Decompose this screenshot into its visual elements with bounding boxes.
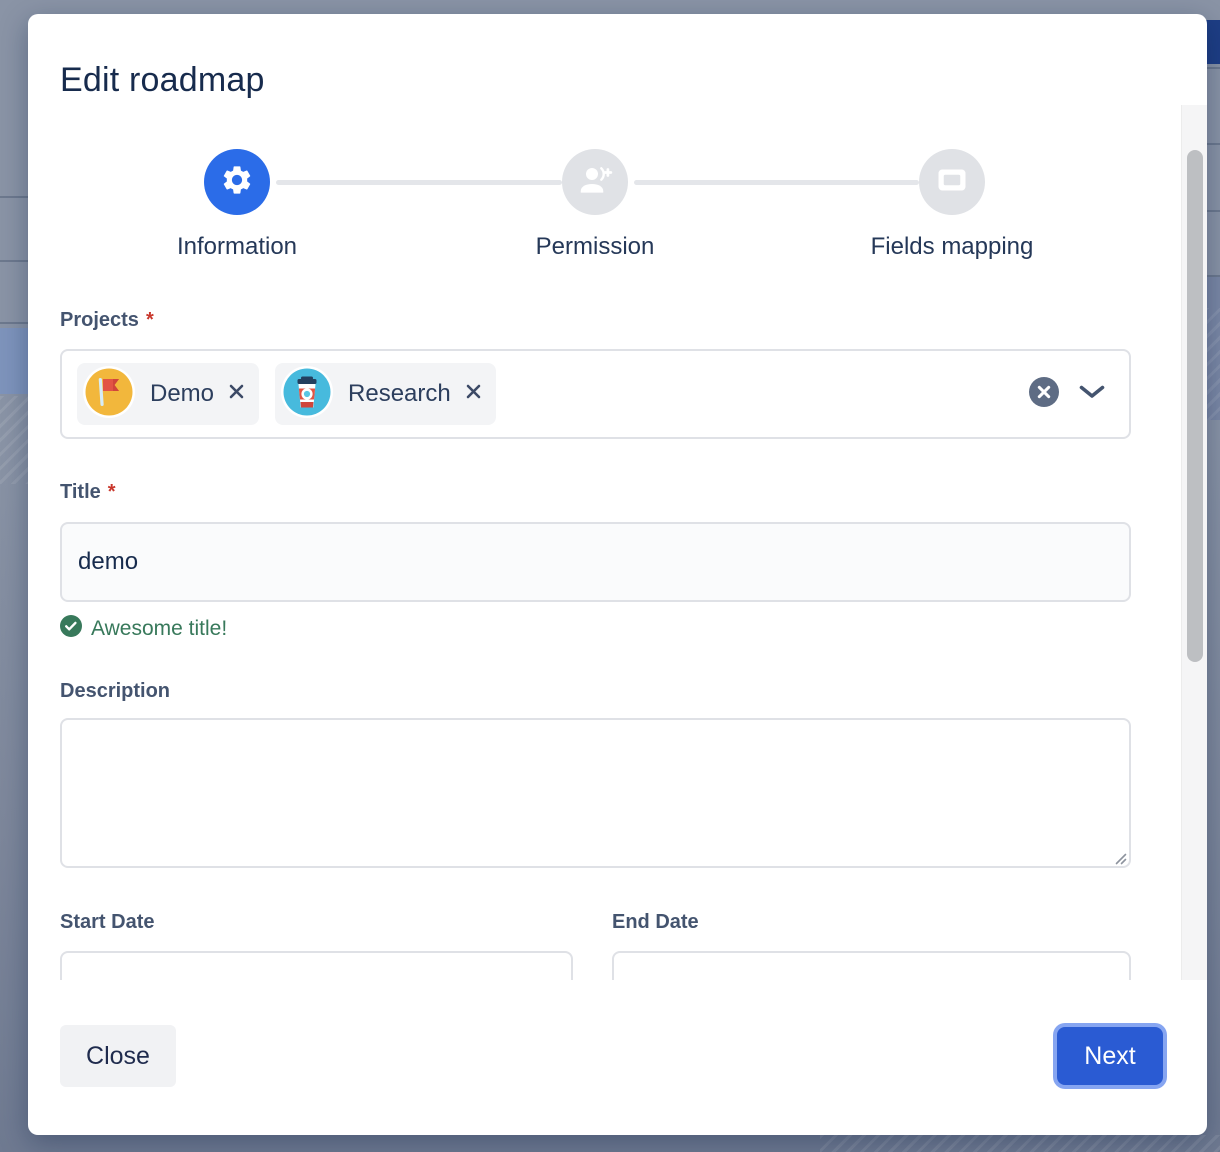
background-hatch xyxy=(1205,308,1220,420)
project-tag-label: Research xyxy=(348,380,451,408)
check-circle-icon xyxy=(60,615,82,643)
step-label-permission: Permission xyxy=(445,233,745,261)
description-label: Description xyxy=(60,680,170,703)
edit-roadmap-dialog: Edit roadmap xyxy=(28,14,1207,1135)
title-input[interactable] xyxy=(60,522,1131,602)
dialog-title: Edit roadmap xyxy=(60,61,265,100)
title-success-message: Awesome title! xyxy=(60,615,227,643)
background-row-line xyxy=(0,260,30,262)
project-tag-research: Research xyxy=(275,363,496,425)
project-tag-demo: Demo xyxy=(77,363,259,425)
flag-avatar xyxy=(83,366,135,423)
dialog-scroll-body[interactable]: Information Permission Fields mapping Pr… xyxy=(28,105,1207,980)
background-row-line xyxy=(1205,67,1220,69)
step-fields-mapping[interactable] xyxy=(919,149,985,215)
scrollbar-thumb[interactable] xyxy=(1187,150,1203,662)
step-label-information: Information xyxy=(87,233,387,261)
scrollbar-track[interactable] xyxy=(1181,105,1207,980)
required-asterisk: * xyxy=(108,481,116,503)
start-date-label: Start Date xyxy=(60,911,154,934)
stepper-connector xyxy=(634,180,919,185)
chevron-down-icon[interactable] xyxy=(1079,385,1105,404)
user-add-icon xyxy=(577,162,613,203)
remove-tag-icon[interactable] xyxy=(229,384,244,404)
background-hatch xyxy=(820,1135,1220,1152)
background-row-line xyxy=(0,322,30,324)
step-information[interactable] xyxy=(204,149,270,215)
step-label-fields-mapping: Fields mapping xyxy=(802,233,1102,261)
next-button[interactable]: Next xyxy=(1057,1027,1163,1085)
step-permission[interactable] xyxy=(562,149,628,215)
projects-label: Projects* xyxy=(60,309,154,332)
background-hatch xyxy=(0,396,30,484)
end-date-input[interactable] xyxy=(612,951,1131,980)
card-icon xyxy=(934,162,970,203)
end-date-label: End Date xyxy=(612,911,699,934)
project-tag-label: Demo xyxy=(150,380,214,408)
close-button[interactable]: Close xyxy=(60,1025,176,1087)
projects-multiselect[interactable]: Demo xyxy=(60,349,1131,439)
title-label: Title* xyxy=(60,481,116,504)
background-highlight-row xyxy=(0,328,30,394)
description-textarea[interactable] xyxy=(60,718,1131,868)
stepper-connector xyxy=(276,180,562,185)
background-row-line xyxy=(0,196,30,198)
required-asterisk: * xyxy=(146,309,154,331)
gear-icon xyxy=(220,163,254,202)
clear-all-icon[interactable] xyxy=(1029,377,1059,412)
start-date-input[interactable] xyxy=(60,951,573,980)
background-row-line xyxy=(1205,210,1220,212)
coffee-avatar xyxy=(281,366,333,423)
remove-tag-icon[interactable] xyxy=(466,384,481,404)
background-row-line xyxy=(1205,143,1220,145)
